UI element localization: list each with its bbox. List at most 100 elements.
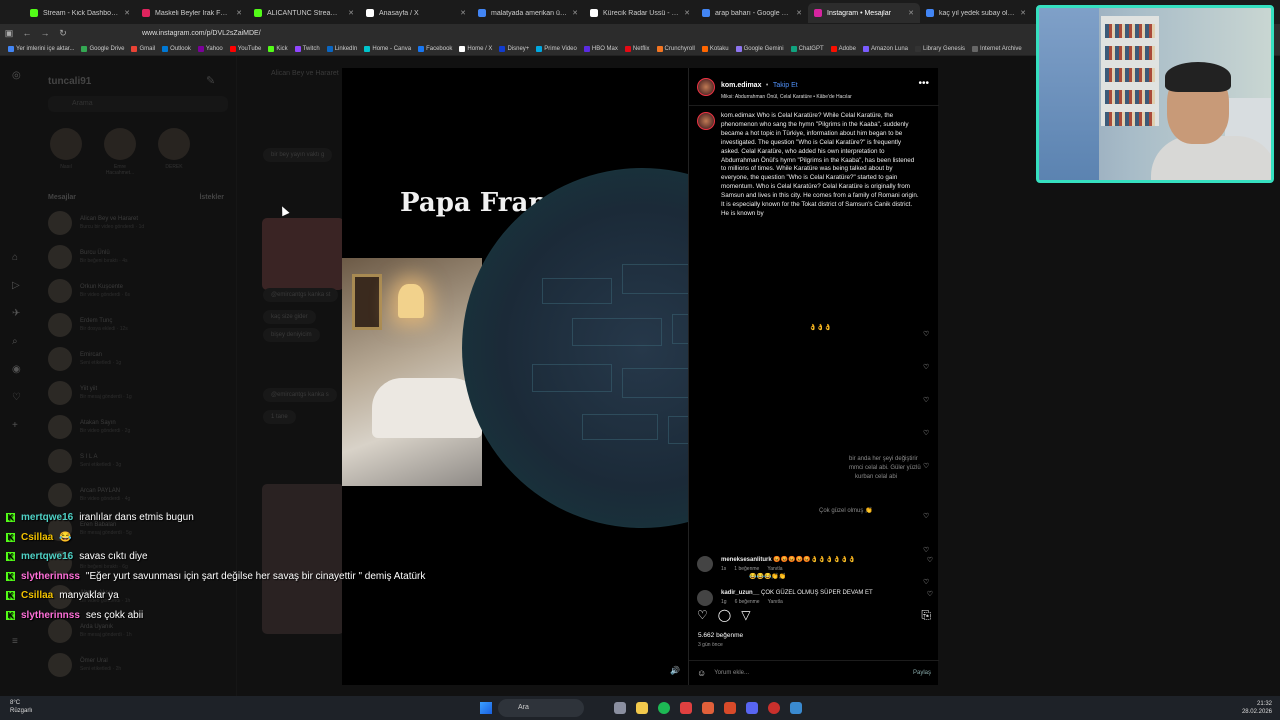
chat-list-item[interactable]: S I L A Seni etiketledi · 3g xyxy=(48,444,232,478)
tab-close-icon[interactable]: ✕ xyxy=(572,9,578,17)
post-comment-button[interactable]: Paylaş xyxy=(913,670,931,676)
bookmark-item[interactable]: LinkedIn xyxy=(326,45,357,52)
bookmark-item[interactable]: Google Drive xyxy=(81,45,124,52)
comment-like-icon[interactable]: ♡ xyxy=(923,363,929,371)
bookmark-item[interactable]: Yahoo xyxy=(197,45,223,52)
comment-like-icon[interactable]: ♡ xyxy=(923,330,929,338)
discord-icon[interactable] xyxy=(746,702,758,714)
thread-title[interactable]: Alican Bey ve Hararet xyxy=(271,70,339,77)
menu-icon[interactable]: ≡ xyxy=(12,636,18,647)
comment-username[interactable]: kadir_uzun__ xyxy=(721,590,759,596)
bookmark-item[interactable]: Kick xyxy=(268,45,288,52)
browser-tab[interactable]: Maskeli Beyler Irak Fakir Yar ✕ xyxy=(136,3,248,23)
taskbar-search[interactable]: Ara xyxy=(498,699,584,717)
music-info[interactable]: Miksi: Abdurrahman Önül, Celal Karatüre … xyxy=(721,94,852,100)
inbox-search-input[interactable]: Arama xyxy=(48,96,228,112)
mute-icon[interactable]: 🔊 xyxy=(670,666,680,675)
start-icon[interactable] xyxy=(480,702,492,714)
author-name[interactable]: kom.edimax xyxy=(721,82,761,89)
bookmark-item[interactable]: ChatGPT xyxy=(790,45,824,52)
notifications-icon[interactable]: ♡ xyxy=(12,392,21,403)
browser-tab[interactable]: kaç yıl yedek subay olarak çıkar ✕ xyxy=(920,3,1032,23)
bookmark-item[interactable]: Kotaku xyxy=(701,45,729,52)
bookmark-item[interactable]: Internet Archive xyxy=(972,45,1022,52)
comment-like-icon[interactable]: ♡ xyxy=(923,396,929,404)
tab-close-icon[interactable]: ✕ xyxy=(796,9,802,17)
shared-reel-card[interactable] xyxy=(262,218,344,290)
tab-close-icon[interactable]: ✕ xyxy=(460,9,466,17)
bookmark-item[interactable]: Gmail xyxy=(131,45,155,52)
forward-icon[interactable]: → xyxy=(36,28,54,38)
chat-list-item[interactable]: Emircan Seni etiketledi · 1g xyxy=(48,342,232,376)
bookmark-item[interactable]: Home - Canva xyxy=(364,45,411,52)
comment-icon[interactable]: ◯ xyxy=(718,608,731,623)
chat-list-item[interactable]: Alican Bey ve Hararet Burcu bir video gön… xyxy=(48,206,232,240)
steam-icon[interactable] xyxy=(790,702,802,714)
tab-close-icon[interactable]: ✕ xyxy=(124,9,130,17)
url-field[interactable]: www.instagram.com/p/DVL2sZaiMDE/ xyxy=(142,30,261,37)
search-icon[interactable]: ⌕ xyxy=(12,336,18,347)
bookmark-item[interactable]: Library Genesis xyxy=(915,45,965,52)
note-item[interactable]: Nasıl xyxy=(48,124,84,176)
create-icon[interactable]: + xyxy=(12,420,18,431)
instagram-logo-icon[interactable]: ◎ xyxy=(12,70,21,81)
account-username[interactable]: tuncali91 xyxy=(48,76,91,87)
requests-link[interactable]: İstekler xyxy=(199,194,224,201)
browser-tab[interactable]: ALICANTUNC Stream - Wat ✕ xyxy=(248,3,360,23)
comment-username[interactable]: meneksesanliturk xyxy=(721,557,772,563)
tab-close-icon[interactable]: ✕ xyxy=(1020,9,1026,17)
chat-list-item[interactable]: Ömer Ural Seni etiketledi · 2h xyxy=(48,648,232,682)
comment-likes[interactable]: 1 beğenme xyxy=(734,566,759,572)
tab-close-icon[interactable]: ✕ xyxy=(684,9,690,17)
bookmark-item[interactable]: Facebook xyxy=(418,45,452,52)
bookmark-item[interactable]: YouTube xyxy=(229,45,261,52)
bookmark-item[interactable]: Twitch xyxy=(294,45,320,52)
app-icon[interactable] xyxy=(680,702,692,714)
like-icon[interactable]: ♡ xyxy=(697,608,708,623)
browser-icon[interactable] xyxy=(724,702,736,714)
bookmark-item[interactable]: Yer imlerini içe aktar... xyxy=(8,45,74,52)
follow-button[interactable]: Takip Et xyxy=(773,82,798,89)
save-icon[interactable]: ⎘ xyxy=(921,608,931,623)
bookmark-item[interactable]: Adobe xyxy=(830,45,856,52)
bookmark-item[interactable]: HBO Max xyxy=(583,45,618,52)
comment-reply-button[interactable]: Yanıtla xyxy=(768,599,783,605)
chat-list-item[interactable]: Orkun Kuşcente Bir video gönderdi · 6s xyxy=(48,274,232,308)
back-icon[interactable]: ← xyxy=(18,28,36,38)
chat-list-item[interactable]: Arcan PAYLAN Bir video gönderdi · 4g xyxy=(48,478,232,512)
bookmark-item[interactable]: Home / X xyxy=(459,45,492,52)
browser-tab[interactable]: Instagram • Mesajlar ✕ xyxy=(808,3,920,23)
explore-icon[interactable]: ◉ xyxy=(12,364,21,375)
comment-like-icon[interactable]: ♡ xyxy=(923,578,929,586)
author-avatar[interactable] xyxy=(697,77,715,96)
bookmark-item[interactable]: Netflix xyxy=(624,45,650,52)
browser-tab[interactable]: arap baharı - Google Search ✕ xyxy=(696,3,808,23)
brave-icon[interactable] xyxy=(702,702,714,714)
weather-widget[interactable]: 8°C Rüzgarlı xyxy=(10,699,32,715)
reels-icon[interactable]: ▷ xyxy=(12,280,20,291)
comment-avatar[interactable] xyxy=(697,590,713,606)
chat-list-item[interactable]: Yiit yiit Bir mesaj gönderdi · 1g xyxy=(48,376,232,410)
chat-list-item[interactable]: Erdem Tunç Bir dosya ekledi · 12s xyxy=(48,308,232,342)
sidebar-toggle-icon[interactable]: ▣ xyxy=(0,28,18,39)
comment-like-icon[interactable]: ♡ xyxy=(927,556,933,564)
bookmark-item[interactable]: Amazon Luna xyxy=(862,45,908,52)
chat-list-item[interactable]: Atakan Sayın Bir video gönderdi · 2g xyxy=(48,410,232,444)
comment-like-icon[interactable]: ♡ xyxy=(923,462,929,470)
bookmark-item[interactable]: Crunchyroll xyxy=(656,45,695,52)
comment-reply-button[interactable]: Yanıtla xyxy=(767,566,782,572)
bookmark-item[interactable]: Outlook xyxy=(162,45,191,52)
tab-close-icon[interactable]: ✕ xyxy=(236,9,242,17)
bookmark-item[interactable]: Google Gemini xyxy=(735,45,784,52)
obs-icon[interactable] xyxy=(768,702,780,714)
browser-tab[interactable]: Anasayfa / X ✕ xyxy=(360,3,472,23)
home-icon[interactable]: ⌂ xyxy=(12,252,18,263)
system-clock[interactable]: 21:32 28.02.2026 xyxy=(1242,700,1272,716)
reload-icon[interactable]: ↻ xyxy=(54,28,72,39)
emoji-icon[interactable]: ☺ xyxy=(697,668,706,678)
likes-count[interactable]: 5.662 beğenme xyxy=(698,632,743,639)
tab-close-icon[interactable]: ✕ xyxy=(908,9,914,17)
comment-input[interactable]: Yorum ekle... xyxy=(714,670,749,676)
comment-likes[interactable]: 6 beğenme xyxy=(735,599,760,605)
comment-like-icon[interactable]: ♡ xyxy=(923,546,929,554)
